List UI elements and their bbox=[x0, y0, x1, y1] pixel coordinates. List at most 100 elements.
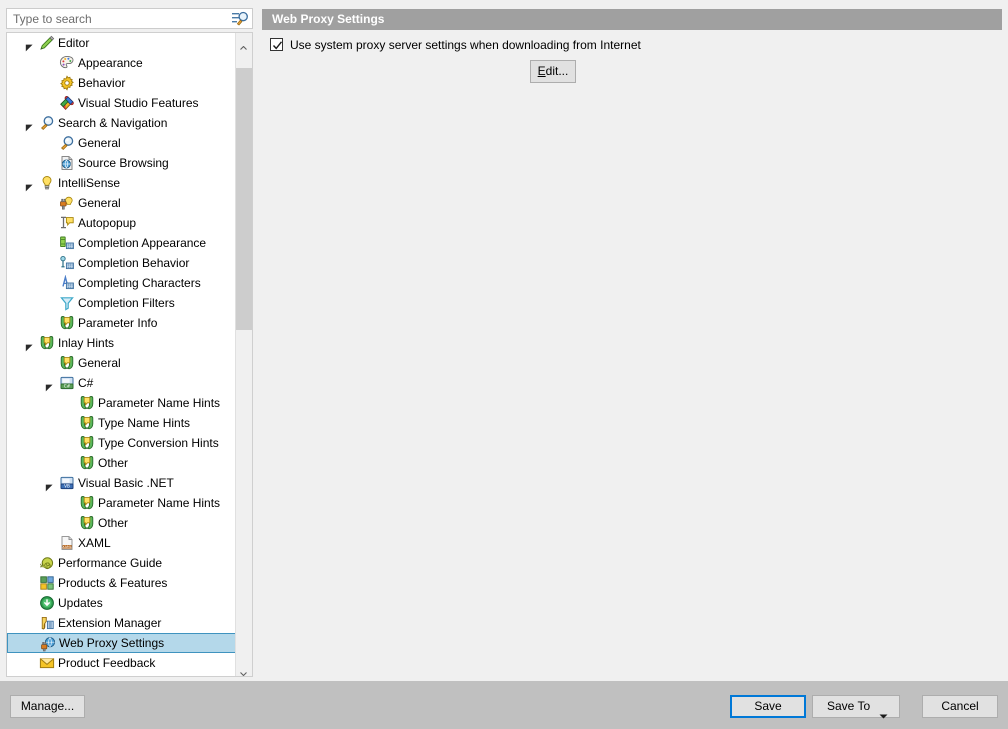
expander-triangle-icon[interactable] bbox=[25, 119, 34, 132]
search-input[interactable] bbox=[7, 9, 229, 28]
svg-text:XAML: XAML bbox=[62, 545, 72, 549]
svg-text:VB: VB bbox=[64, 484, 70, 489]
tree-item-completion-behavior[interactable]: Completion Behavior bbox=[7, 253, 236, 273]
tree-item-products-features[interactable]: Products & Features bbox=[7, 573, 236, 593]
expander-triangle-icon[interactable] bbox=[25, 39, 34, 52]
tree-item-label: Appearance bbox=[78, 56, 143, 70]
scrollbar-thumb[interactable] bbox=[236, 68, 252, 330]
tree-item-parameter-name-hints[interactable]: Parameter Name Hints bbox=[7, 493, 236, 513]
tree-item-general[interactable]: General bbox=[7, 353, 236, 373]
page-header-bar: Web Proxy Settings bbox=[262, 9, 1002, 30]
magnifier-icon bbox=[59, 135, 75, 151]
manage-button[interactable]: Manage... bbox=[10, 695, 85, 718]
tree-item-editor[interactable]: Editor bbox=[7, 33, 236, 53]
inlay-hint-icon bbox=[79, 415, 95, 431]
tree-item-parameter-info[interactable]: Parameter Info bbox=[7, 313, 236, 333]
snail-icon bbox=[39, 555, 55, 571]
options-content-pane: Web Proxy Settings Use system proxy serv… bbox=[262, 0, 1008, 681]
tree-item-label: IntelliSense bbox=[58, 176, 121, 190]
tree-item-label: Parameter Name Hints bbox=[98, 496, 221, 510]
tree-item-inlay-hints[interactable]: Inlay Hints bbox=[7, 333, 236, 353]
tree-item-label: Visual Studio Features bbox=[78, 96, 199, 110]
chevron-up-icon bbox=[240, 39, 247, 50]
inlay-hint-icon bbox=[79, 395, 95, 411]
checkmark-icon bbox=[272, 40, 283, 51]
tree-item-completing-characters[interactable]: Completing Characters bbox=[7, 273, 236, 293]
tree-item-label: Other bbox=[98, 516, 129, 530]
products-icon bbox=[39, 575, 55, 591]
cancel-button[interactable]: Cancel bbox=[922, 695, 998, 718]
chevron-down-icon[interactable] bbox=[879, 705, 888, 719]
tree-item-search-navigation[interactable]: Search & Navigation bbox=[7, 113, 236, 133]
tree-item-extension-manager[interactable]: Extension Manager bbox=[7, 613, 236, 633]
save-to-split-button[interactable]: Save To bbox=[812, 695, 900, 719]
tree-item-product-feedback[interactable]: Product Feedback bbox=[7, 653, 236, 673]
tree-item-other[interactable]: Other bbox=[7, 513, 236, 533]
use-system-proxy-checkbox[interactable] bbox=[270, 38, 283, 51]
tree-item-other[interactable]: Other bbox=[7, 453, 236, 473]
search-icon[interactable] bbox=[232, 11, 249, 26]
tree-item-type-name-hints[interactable]: Type Name Hints bbox=[7, 413, 236, 433]
scroll-down-button[interactable] bbox=[236, 659, 252, 676]
tree-item-completion-filters[interactable]: Completion Filters bbox=[7, 293, 236, 313]
tree-item-label: Source Browsing bbox=[78, 156, 169, 170]
tree-item-updates[interactable]: Updates bbox=[7, 593, 236, 613]
tree-item-label: Visual Basic .NET bbox=[78, 476, 174, 490]
tree-item-label: Completion Filters bbox=[78, 296, 175, 310]
edit-button-label-rest: dit... bbox=[545, 64, 569, 78]
expander-triangle-icon[interactable] bbox=[25, 339, 34, 352]
completion-appearance-icon bbox=[59, 235, 75, 251]
completing-characters-icon bbox=[59, 274, 75, 291]
pencil-icon bbox=[39, 35, 55, 51]
tree-item-web-proxy-settings[interactable]: Web Proxy Settings bbox=[7, 633, 236, 653]
options-tree[interactable]: Editor Appearance Behavior Visual Studio Fe… bbox=[7, 33, 236, 676]
funnel-icon bbox=[59, 295, 75, 311]
tree-item-label: C# bbox=[78, 376, 94, 390]
edit-button-accel-letter: E bbox=[537, 64, 546, 78]
tree-item-type-conversion-hints[interactable]: Type Conversion Hints bbox=[7, 433, 236, 453]
inlay-hint-icon bbox=[79, 435, 95, 451]
tree-item-source-browsing[interactable]: Source Browsing bbox=[7, 153, 236, 173]
tree-item-visual-basic-net[interactable]: VB Visual Basic .NET bbox=[7, 473, 236, 493]
scroll-up-button[interactable] bbox=[236, 33, 252, 50]
updates-icon bbox=[39, 595, 55, 611]
tree-item-xaml[interactable]: XAML XAML bbox=[7, 533, 236, 553]
save-to-label: Save To bbox=[827, 699, 871, 713]
tree-item-label: Type Name Hints bbox=[98, 416, 191, 430]
magnifier-icon bbox=[39, 115, 55, 131]
tree-item-parameter-name-hints[interactable]: Parameter Name Hints bbox=[7, 393, 236, 413]
tree-item-label: Completion Appearance bbox=[78, 236, 207, 250]
tree-item-intellisense[interactable]: IntelliSense bbox=[7, 173, 236, 193]
palette-icon bbox=[59, 55, 75, 71]
tree-item-label: Inlay Hints bbox=[58, 336, 115, 350]
inlay-hint-icon bbox=[59, 315, 75, 331]
expander-triangle-icon[interactable] bbox=[45, 379, 54, 392]
tree-item-label: Autopopup bbox=[78, 216, 137, 230]
tree-item-label: Products & Features bbox=[58, 576, 168, 590]
tree-item-performance-guide[interactable]: Performance Guide bbox=[7, 553, 236, 573]
tree-item-behavior[interactable]: Behavior bbox=[7, 73, 236, 93]
globe-page-icon bbox=[59, 155, 75, 171]
tree-item-label: Search & Navigation bbox=[58, 116, 168, 130]
search-box[interactable] bbox=[6, 8, 253, 29]
tree-item-general[interactable]: General bbox=[7, 193, 236, 213]
gear-icon bbox=[59, 75, 75, 91]
inlay-hint-icon bbox=[79, 495, 95, 511]
tree-item-label: Updates bbox=[58, 596, 103, 610]
tree-item-appearance[interactable]: Appearance bbox=[7, 53, 236, 73]
tree-item-general[interactable]: General bbox=[7, 133, 236, 153]
dialog-footer: Manage... Save Save To Cancel bbox=[0, 681, 1008, 729]
edit-proxy-button[interactable]: Edit... bbox=[530, 60, 576, 83]
expander-triangle-icon[interactable] bbox=[45, 479, 54, 492]
save-button[interactable]: Save bbox=[730, 695, 806, 718]
lightbulb-icon bbox=[39, 175, 55, 191]
tree-item-autopopup[interactable]: Autopopup bbox=[7, 213, 236, 233]
tree-item-label: XAML bbox=[78, 536, 111, 550]
expander-triangle-icon[interactable] bbox=[25, 179, 34, 192]
tree-item-completion-appearance[interactable]: Completion Appearance bbox=[7, 233, 236, 253]
tree-item-label: Completion Behavior bbox=[78, 256, 190, 270]
tree-item-visual-studio-features[interactable]: Visual Studio Features bbox=[7, 93, 236, 113]
tree-scrollbar[interactable] bbox=[235, 33, 252, 676]
tree-item-label: General bbox=[78, 356, 121, 370]
tree-item-c[interactable]: C# C# bbox=[7, 373, 236, 393]
